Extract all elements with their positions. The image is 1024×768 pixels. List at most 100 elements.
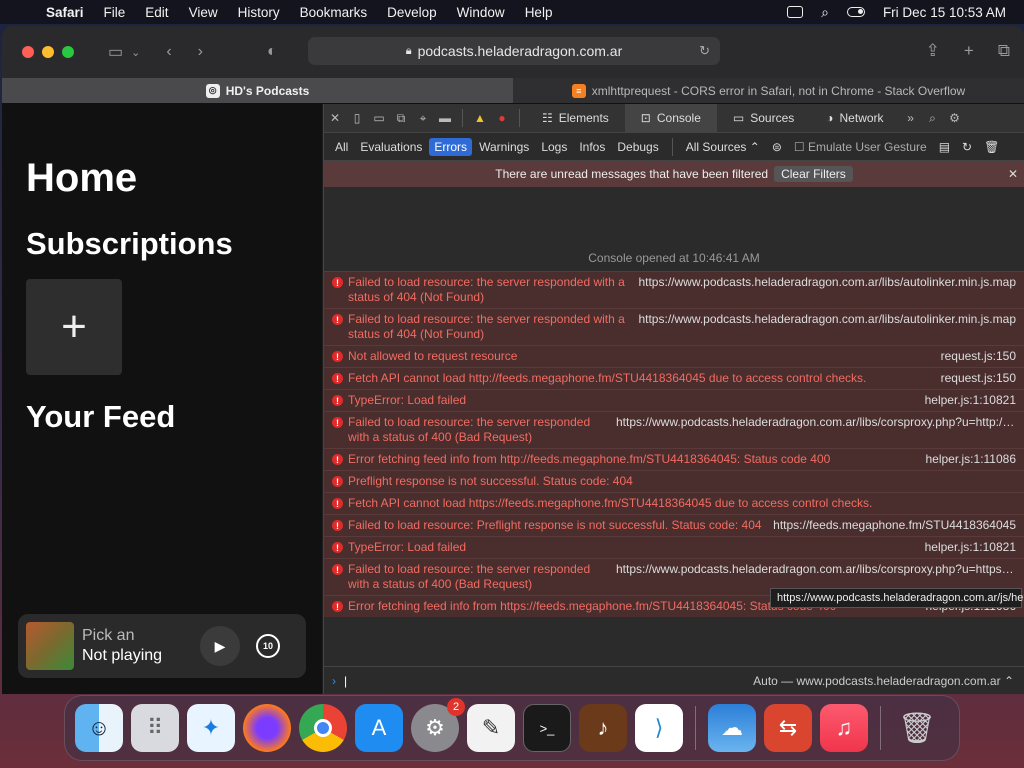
filter-warnings[interactable]: Warnings [474, 138, 534, 156]
dock-bottom-icon[interactable]: ▭ [368, 111, 390, 125]
close-window-button[interactable] [22, 46, 34, 58]
control-center-icon[interactable] [846, 7, 865, 17]
console-prompt[interactable]: › | Auto — www.podcasts.heladeradragon.c… [324, 666, 1024, 694]
menu-edit[interactable]: Edit [135, 5, 178, 20]
undock-icon[interactable]: ⧉ [390, 111, 412, 126]
new-tab-icon[interactable]: + [964, 41, 974, 61]
menu-history[interactable]: History [228, 5, 290, 20]
console-error-message[interactable]: ! TypeError: Load failed helper.js:1:10821 [324, 536, 1024, 558]
error-source-link[interactable]: request.js:150 [941, 349, 1016, 364]
warning-icon[interactable]: ▲ [469, 111, 491, 125]
error-resource-link[interactable]: https://www.podcasts.heladeradragon.com.… [638, 275, 1016, 305]
console-error-message[interactable]: ! Fetch API cannot load https://feeds.meg… [324, 492, 1024, 514]
reload-console-icon[interactable]: ↻ [957, 138, 977, 156]
sidebar-toggle-icon[interactable]: ▭ [108, 42, 123, 62]
firefox-icon[interactable] [243, 704, 291, 752]
menu-develop[interactable]: Develop [377, 5, 447, 20]
launchpad-icon[interactable]: ⠿ [131, 704, 179, 752]
menu-bookmarks[interactable]: Bookmarks [290, 5, 378, 20]
close-inspector-icon[interactable]: ✕ [324, 111, 346, 125]
error-source-link[interactable]: request.js:150 [941, 371, 1016, 386]
error-resource-link[interactable]: https://www.podcasts.heladeradragon.com.… [638, 312, 1016, 342]
menu-help[interactable]: Help [515, 5, 563, 20]
preserve-log-icon[interactable]: ▤ [934, 138, 955, 156]
filter-infos[interactable]: Infos [574, 138, 610, 156]
clear-console-icon[interactable]: 🗑︎ [979, 138, 1004, 156]
filter-debugs[interactable]: Debugs [612, 138, 663, 156]
menubar-clock[interactable]: Fri Dec 15 10:53 AM [883, 5, 1006, 20]
filter-logs[interactable]: Logs [536, 138, 572, 156]
filter-icon[interactable]: ⊜ [767, 138, 787, 156]
minimize-window-button[interactable] [42, 46, 54, 58]
error-message-text: Failed to load resource: the server resp… [348, 415, 591, 444]
app-store-icon[interactable]: A [355, 704, 403, 752]
console-error-message[interactable]: ! Preflight response is not successful. S… [324, 470, 1024, 492]
more-tabs-icon[interactable]: » [900, 111, 922, 125]
tab-sources[interactable]: ▭ Sources [717, 104, 810, 133]
back-arrow-icon[interactable]: ‹ [166, 43, 171, 61]
device-settings-icon[interactable]: ▬ [434, 111, 456, 125]
weather-icon[interactable]: ☁ [708, 704, 756, 752]
skip-forward-button[interactable]: 10 [256, 634, 280, 658]
system-settings-icon[interactable]: ⚙ 2 [411, 698, 465, 752]
console-error-message[interactable]: ! Failed to load resource: Preflight resp… [324, 514, 1024, 536]
forward-arrow-icon[interactable]: › [198, 43, 203, 61]
tab-console[interactable]: ⊡ Console [624, 103, 717, 133]
address-bar[interactable]: 🔒︎ podcasts.heladeradragon.com.ar ↻ [308, 37, 720, 65]
execution-context-select[interactable]: Auto — www.podcasts.heladeradragon.com.a… [753, 674, 1024, 688]
tab-overview-icon[interactable]: ⧉ [998, 41, 1010, 61]
chevron-down-icon[interactable]: ⌄ [131, 46, 140, 59]
console-error-message[interactable]: ! Failed to load resource: the server res… [324, 308, 1024, 345]
screen-mirroring-icon[interactable] [787, 6, 804, 18]
error-resource-link[interactable]: https://feeds.megaphone.fm/STU4418364045 [773, 518, 1016, 533]
error-icon[interactable]: ● [491, 111, 513, 125]
dock-left-icon[interactable]: ▯ [346, 111, 368, 125]
error-source-link[interactable]: helper.js:1:10821 [925, 540, 1016, 555]
remote-desktop-icon[interactable]: ⇆ [764, 704, 812, 752]
error-message-text: Preflight response is not successful. St… [348, 474, 633, 488]
element-picker-icon[interactable]: ⌖ [412, 111, 434, 126]
error-source-link[interactable]: helper.js:1:10821 [925, 393, 1016, 408]
search-icon[interactable]: ⌕ [922, 111, 944, 126]
vscode-icon[interactable]: ⟩ [635, 704, 683, 752]
reload-icon[interactable]: ↻ [699, 43, 710, 59]
chrome-icon[interactable] [299, 704, 347, 752]
gear-icon[interactable]: ⚙ [944, 111, 966, 125]
menu-view[interactable]: View [179, 5, 228, 20]
close-icon[interactable]: ✕ [1008, 167, 1018, 181]
menu-safari[interactable]: Safari [36, 5, 94, 20]
error-resource-link[interactable]: https://www.podcasts.heladeradragon.com.… [616, 415, 1016, 445]
zoom-window-button[interactable] [62, 46, 74, 58]
play-button[interactable]: ▶ [200, 626, 240, 666]
filter-errors[interactable]: Errors [429, 137, 473, 156]
tab-network[interactable]: ◑ Network [810, 104, 899, 133]
sources-select[interactable]: All Sources ⌃ [681, 138, 765, 156]
tab-hds-podcasts[interactable]: ◎ HD's Podcasts [2, 78, 513, 103]
textedit-icon[interactable]: ✎ [467, 704, 515, 752]
terminal-icon[interactable]: >_ [523, 704, 571, 752]
console-error-message[interactable]: ! TypeError: Load failed helper.js:1:10821 [324, 389, 1024, 411]
finder-icon[interactable]: ☺ [75, 704, 123, 752]
console-error-message[interactable]: ! Failed to load resource: the server res… [324, 271, 1024, 308]
menu-file[interactable]: File [94, 5, 136, 20]
add-subscription-button[interactable]: + [26, 279, 122, 375]
music-icon[interactable]: ♫ [820, 704, 868, 752]
trash-icon[interactable]: 🗑︎ [893, 704, 941, 752]
console-error-message[interactable]: ! Error fetching feed info from http://fe… [324, 448, 1024, 470]
tab-elements[interactable]: ☷ Elements [526, 104, 625, 133]
safari-icon[interactable]: ✦ [187, 704, 235, 752]
privacy-shield-icon[interactable]: ◐ [267, 43, 277, 61]
spotlight-search-icon[interactable]: ⌕ [821, 4, 829, 21]
menu-window[interactable]: Window [447, 5, 515, 20]
emulate-gesture-checkbox[interactable]: ☐ Emulate User Gesture [789, 138, 932, 156]
filter-all[interactable]: All [330, 138, 353, 156]
share-icon[interactable]: ⇪ [926, 41, 940, 61]
error-source-link[interactable]: helper.js:1:11086 [925, 452, 1016, 467]
clear-filters-button[interactable]: Clear Filters [774, 166, 853, 182]
console-error-message[interactable]: ! Not allowed to request resource request.… [324, 345, 1024, 367]
instruments-icon[interactable]: ♪ [579, 704, 627, 752]
console-error-message[interactable]: ! Failed to load resource: the server res… [324, 411, 1024, 448]
tab-stack-overflow[interactable]: ≡ xmlhttprequest - CORS error in Safari,… [513, 78, 1024, 103]
console-error-message[interactable]: ! Fetch API cannot load http://feeds.mega… [324, 367, 1024, 389]
filter-evaluations[interactable]: Evaluations [355, 138, 427, 156]
